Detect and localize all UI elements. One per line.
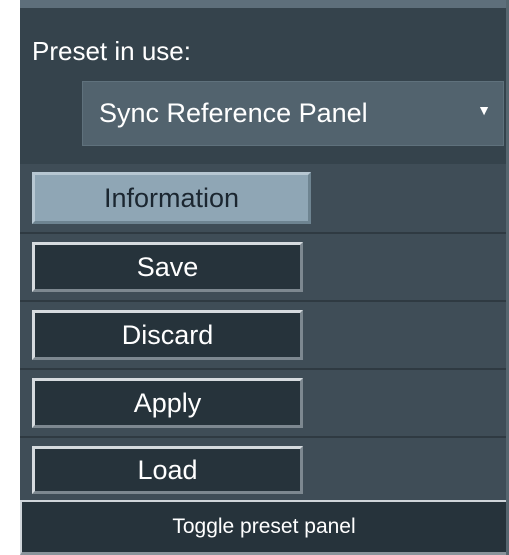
preset-header: Preset in use: Sync Reference Panel ▼ (20, 8, 509, 164)
row-information: Information (20, 164, 509, 232)
save-button[interactable]: Save (32, 242, 303, 292)
preset-label: Preset in use: (32, 36, 191, 66)
preset-panel: Preset in use: Sync Reference Panel ▼ In… (20, 0, 509, 555)
apply-button[interactable]: Apply (32, 378, 303, 428)
load-button[interactable]: Load (32, 446, 303, 494)
chevron-down-icon: ▼ (477, 102, 491, 118)
toggle-preset-panel-button[interactable]: Toggle preset panel (20, 500, 509, 555)
top-strip (20, 0, 509, 8)
discard-button[interactable]: Discard (32, 310, 303, 360)
preset-select[interactable]: Sync Reference Panel ▼ (82, 81, 504, 146)
row-load: Load (20, 436, 509, 500)
row-save: Save (20, 232, 509, 300)
information-button[interactable]: Information (32, 172, 311, 224)
row-apply: Apply (20, 368, 509, 436)
row-discard: Discard (20, 300, 509, 368)
preset-select-value: Sync Reference Panel (99, 98, 368, 128)
